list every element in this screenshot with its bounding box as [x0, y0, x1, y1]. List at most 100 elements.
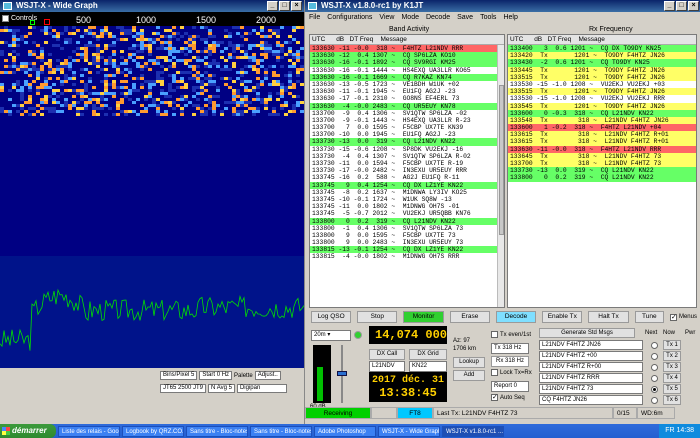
decode-row[interactable]: 133600 1 -0.2 318 ~ F4HTZ L21NDV +04: [508, 124, 696, 132]
checkbox-icon[interactable]: [491, 369, 498, 376]
decode-row[interactable]: 133730 -15 -0.6 1208 ~ SP8DK VU2EKJ -16: [310, 145, 504, 153]
dx-call-input[interactable]: L21NDV: [369, 361, 405, 372]
enable-tx-button[interactable]: Enable Tx: [542, 311, 583, 323]
minimize-button[interactable]: _: [664, 1, 675, 11]
decode-row[interactable]: 133530 -15 -1.0 1208 ~ VU2EKJ VU2EKJ +03: [508, 80, 696, 89]
maximize-button[interactable]: □: [676, 1, 687, 11]
decode-row[interactable]: 133630 -11 -0.1 1945 ~ EU1FQ AG2J -23: [310, 88, 504, 96]
menus-checkbox[interactable]: Menus: [669, 311, 697, 323]
rx-level-slider[interactable]: [337, 345, 347, 403]
add-button[interactable]: Add: [453, 370, 485, 381]
taskbar-item[interactable]: Logbook by QRZ.CO...: [122, 425, 184, 437]
slider-knob[interactable]: [337, 371, 347, 376]
rx-frequency-pane[interactable]: UTC dB DT Freq Message 133400 3 0.6 1201…: [507, 34, 697, 308]
taskbar-item[interactable]: WSJT-X - Wide Graph: [378, 425, 440, 437]
bins-per-pixel-field[interactable]: Bins/Pixel 5: [160, 371, 198, 380]
decode-row[interactable]: 133630 -16 -0.1 1892 ~ CQ SV9RGI KM25: [310, 59, 504, 67]
decode-row[interactable]: 133400 3 0.6 1201 ~ CQ DX TO9DY KN25: [508, 45, 696, 53]
checkbox-icon[interactable]: [491, 393, 498, 401]
decode-row[interactable]: 133545 Tx 1201 ~ TO9DY F4HTZ JN26: [508, 102, 696, 110]
band-select[interactable]: 20m ▾: [311, 330, 351, 341]
band-activity-pane[interactable]: UTC dB DT Freq Message 133630 -11 -0.0 3…: [309, 34, 505, 308]
decode-row[interactable]: 133745 -16 0.2 588 ~ AG2J EU1FQ R-11: [310, 174, 504, 182]
decode-row[interactable]: 133515 Tx 1201 ~ TO9DY F4HTZ JN26: [508, 73, 696, 81]
menu-configurations[interactable]: Configurations: [327, 12, 372, 24]
taskbar-item[interactable]: Liste des relais - Goo...: [58, 425, 120, 437]
checkbox-icon[interactable]: [2, 15, 9, 22]
decode-row[interactable]: 133445 Tx 1201 ~ TO9DY F4HTZ JN26: [508, 66, 696, 74]
decode-row[interactable]: 133615 Tx 318 ~ L21NDV F4HTZ R+01: [508, 131, 696, 139]
decode-row[interactable]: 133630 -16 -0.1 1444 ~ HS4EXQ UA3LLR KO6…: [310, 66, 504, 74]
decode-row[interactable]: 133815 -13 -0.1 1254 ~ CQ DX LZ1YE KN22: [310, 246, 504, 254]
next-radio[interactable]: [651, 353, 658, 360]
rx-frequency-spinner[interactable]: Rx 318 Hz: [491, 356, 529, 367]
waterfall-display[interactable]: [0, 26, 304, 256]
taskbar-item[interactable]: Sans titre - Bloc-notes: [186, 425, 248, 437]
decode-row[interactable]: 133745 9 0.4 1254 ~ CQ DX LZ1YE KN22: [310, 181, 504, 189]
decode-row[interactable]: 133745 -8 0.2 1637 ~ M1DNWA LY3IV KO25: [310, 188, 504, 196]
tx4-button[interactable]: Tx 4: [663, 373, 681, 383]
tx6-message-input[interactable]: CQ F4HTZ JN26: [539, 395, 643, 405]
tx1-message-input[interactable]: L21NDV F4HTZ JN26: [539, 340, 643, 350]
decode-row[interactable]: 133630 -11 -0.0 318 ~ F4HTZ L21NDV RRR: [508, 145, 696, 153]
scroll-thumb[interactable]: [499, 85, 504, 235]
menu-mode[interactable]: Mode: [401, 12, 419, 24]
close-button[interactable]: ×: [291, 1, 302, 11]
decode-row[interactable]: 133548 Tx 318 ~ L21NDV F4HTZ JN26: [508, 116, 696, 125]
taskbar-item[interactable]: Sans titre - Bloc-notes: [250, 425, 312, 437]
decode-row[interactable]: 133630 -13 -0.5 1723 ~ VE1BDH W1UK +02: [310, 80, 504, 89]
log-qso-button[interactable]: Log QSO: [311, 311, 352, 323]
menu-save[interactable]: Save: [457, 12, 473, 24]
lock-tx-rx-checkbox[interactable]: Lock Tx=Rx: [491, 369, 532, 376]
adjust-button[interactable]: Adjust..: [254, 371, 281, 380]
decode-row[interactable]: 133615 Tx 318 ~ L21NDV F4HTZ R+01: [508, 138, 696, 146]
decode-row[interactable]: 133515 Tx 1201 ~ TO9DY F4HTZ JN26: [508, 88, 696, 96]
decode-row[interactable]: 133800 9 0.0 1595 ~ F5CBP UX7TE 73: [310, 231, 504, 240]
decode-row[interactable]: 133700 -10 0.0 1945 ~ EU1FQ AG2J -23: [310, 131, 504, 139]
decode-row[interactable]: 133800 -1 0.4 1306 ~ SV1QTW SP6LZA 73: [310, 224, 504, 232]
mode-field[interactable]: JT65 2500 JT9: [160, 384, 207, 393]
checkbox-icon[interactable]: [491, 331, 498, 338]
decode-row[interactable]: 133745 -11 0.0 1802 ~ M1DNWG OH7S -01: [310, 203, 504, 211]
tx2-button[interactable]: Tx 2: [663, 351, 681, 361]
generate-std-msgs-button[interactable]: Generate Std Msgs: [539, 328, 635, 338]
next-radio[interactable]: [651, 364, 658, 371]
tx4-message-input[interactable]: L21NDV F4HTZ RRR: [539, 373, 643, 383]
start-field[interactable]: Start 0 Hz: [199, 371, 233, 380]
decode-row[interactable]: 133630 -11 -0.0 318 ~ F4HTZ L21NDV RRR: [310, 45, 504, 53]
report-spinner[interactable]: Report 0: [491, 381, 529, 392]
decode-row[interactable]: 133700 -9 -0.1 1443 ~ HS4EXQ UA3LLR R-23: [310, 116, 504, 125]
decode-row[interactable]: 133730 -11 0.0 1594 ~ F5CBP UX7TE R-19: [310, 160, 504, 168]
decode-row[interactable]: 133730 -17 -0.0 2482 ~ IN3EXU UR5EUY RRR: [310, 167, 504, 175]
next-radio[interactable]: [651, 375, 658, 382]
maximize-button[interactable]: □: [279, 1, 290, 11]
wide-graph-titlebar[interactable]: WSJT-X - Wide Graph _ □ ×: [0, 0, 304, 12]
decode-row[interactable]: 133645 Tx 318 ~ L21NDV F4HTZ 73: [508, 152, 696, 160]
tx2-message-input[interactable]: L21NDV F4HTZ +00: [539, 351, 643, 361]
decode-row[interactable]: 133800 0 0.2 319 ~ CQ L21NDV KN22: [508, 174, 696, 182]
stop-button[interactable]: Stop: [357, 311, 398, 323]
checkbox-icon[interactable]: [669, 313, 677, 321]
decode-button[interactable]: Decode: [495, 311, 537, 323]
decode-row[interactable]: 133730 -13 0.0 319 ~ CQ L21NDV KN22: [310, 138, 504, 146]
decode-row[interactable]: 133745 -5 -0.7 2012 ~ VU2EKJ UR5QBB KN76: [310, 210, 504, 218]
taskbar-item[interactable]: WSJT-X v1.8.0-rc1 ...: [442, 425, 504, 437]
decode-row[interactable]: 133630 -17 -0.1 2310 ~ GO8NS EF4ERL 73: [310, 95, 504, 103]
auto-seq-checkbox[interactable]: Auto Seq: [491, 393, 525, 401]
tx-frequency-spinner[interactable]: Tx 318 Hz: [491, 343, 529, 354]
palette-select[interactable]: Digipan: [236, 384, 287, 393]
erase-button[interactable]: Erase: [449, 311, 490, 323]
tx3-message-input[interactable]: L21NDV F4HTZ R+00: [539, 362, 643, 372]
decode-row[interactable]: 133700 Tx 318 ~ L21NDV F4HTZ 73: [508, 160, 696, 168]
tx5-message-input[interactable]: L21NDV F4HTZ 73: [539, 384, 643, 394]
navg-field[interactable]: N Avg 5: [208, 384, 235, 393]
decode-row[interactable]: 133700 -9 0.4 1306 ~ SV1QTW SP6LZA -02: [310, 109, 504, 117]
lookup-button[interactable]: Lookup: [453, 357, 485, 368]
decode-row[interactable]: 133800 9 0.0 2483 ~ IN3EXU UR5EUY 73: [310, 239, 504, 247]
next-radio[interactable]: [651, 342, 658, 349]
decode-row[interactable]: 133745 -10 -0.1 1724 ~ W1UK SQ8W -13: [310, 195, 504, 204]
band-scrollbar[interactable]: [497, 45, 504, 307]
decode-row[interactable]: 133530 -15 -1.0 1208 ~ VU2EKJ VU2EKJ RRR: [508, 95, 696, 103]
next-radio[interactable]: [651, 397, 658, 404]
menu-decode[interactable]: Decode: [426, 12, 450, 24]
